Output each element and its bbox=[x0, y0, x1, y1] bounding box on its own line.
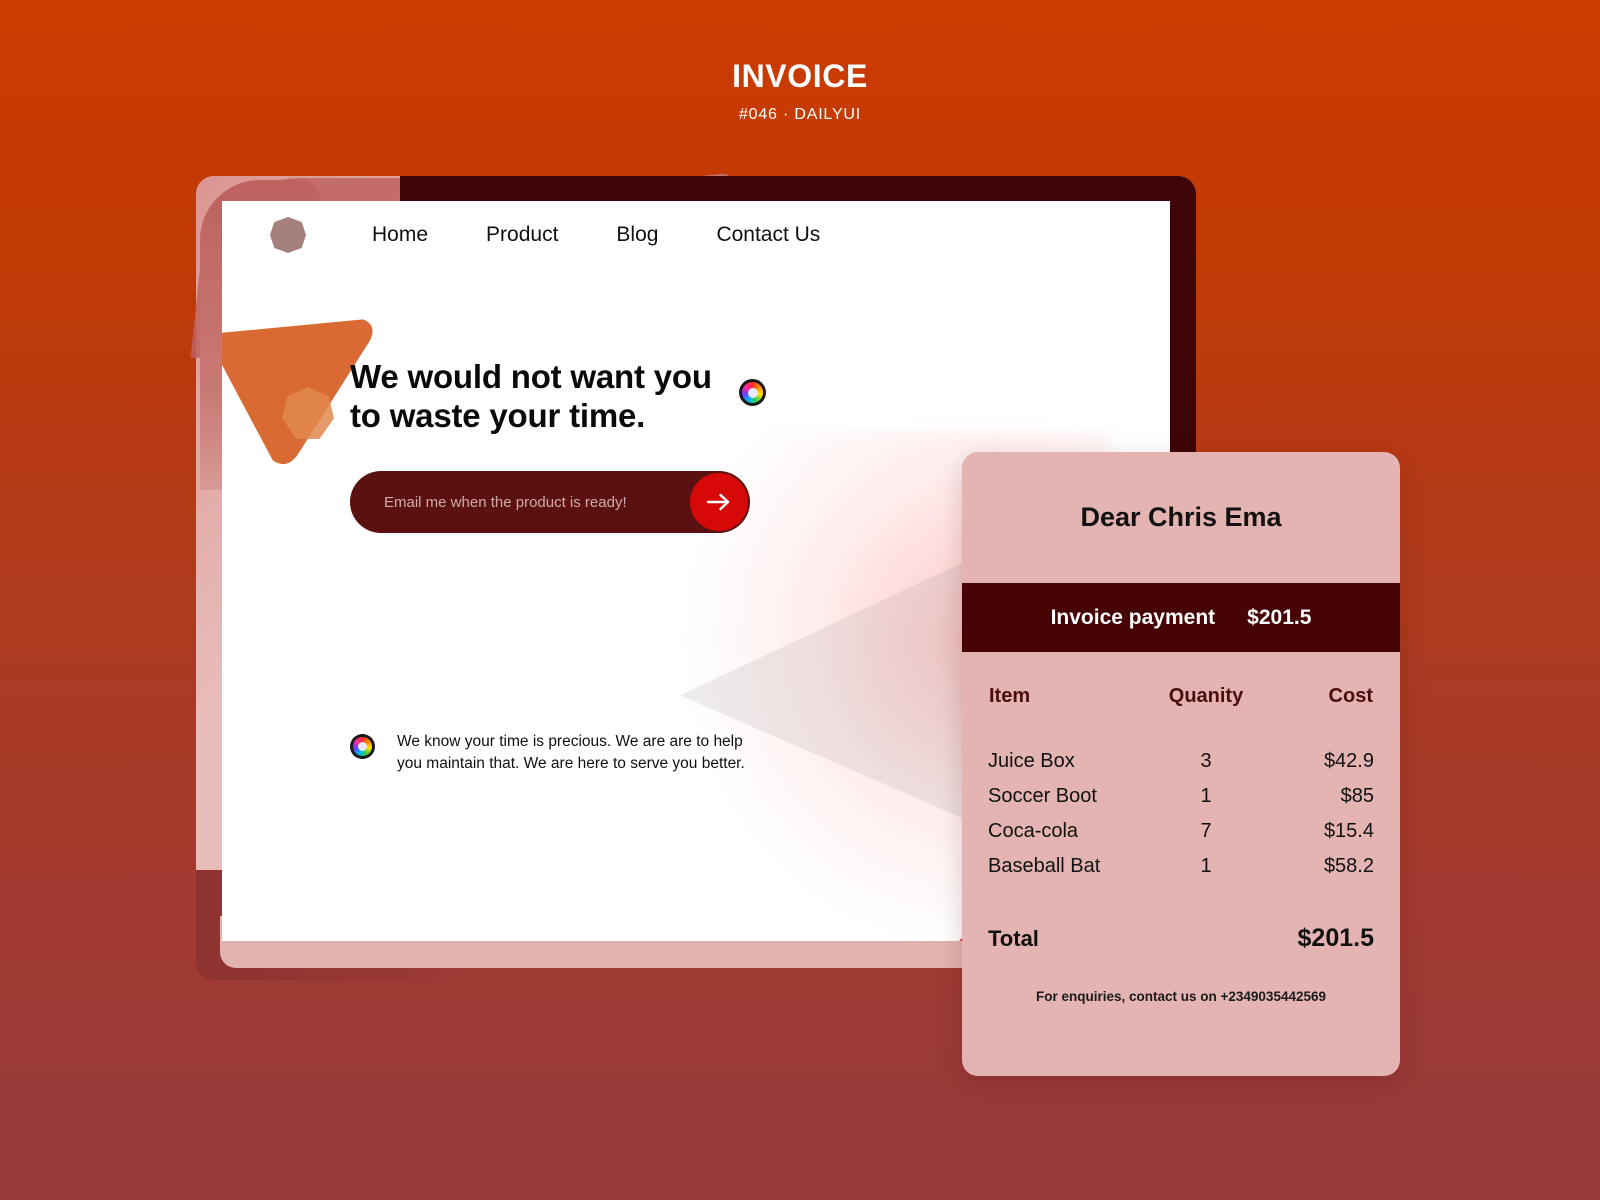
note-block: We know your time is precious. We are ar… bbox=[350, 731, 770, 775]
cell-cost: $85 bbox=[1340, 785, 1374, 807]
column-header-cost: Cost bbox=[1328, 685, 1373, 707]
navbar: Home Product Blog Contact Us bbox=[270, 217, 820, 253]
cell-quantity: 3 bbox=[1200, 750, 1212, 772]
subscribe-bar bbox=[350, 471, 750, 533]
table-row: Soccer Boot 1 $85 bbox=[988, 779, 1374, 814]
note-text: We know your time is precious. We are ar… bbox=[397, 733, 745, 772]
cell-item: Coca-cola bbox=[988, 820, 1079, 842]
hero-heading: We would not want you to waste your time… bbox=[350, 358, 910, 435]
cell-cost: $42.9 bbox=[1323, 750, 1374, 772]
invoice-card: Dear Chris Ema Invoice payment $201.5 It… bbox=[962, 452, 1400, 1076]
composition-stage: Home Product Blog Contact Us We would no… bbox=[0, 0, 1600, 1200]
table-row: Baseball Bat 1 $58.2 bbox=[988, 849, 1374, 884]
cell-quantity: 1 bbox=[1200, 855, 1212, 877]
cell-cost: $58.2 bbox=[1323, 855, 1374, 877]
rainbow-ring-inner bbox=[353, 737, 372, 756]
hero-line-2: to waste your time. bbox=[350, 396, 646, 434]
rainbow-ring-icon bbox=[350, 734, 375, 759]
cell-cost: $15.4 bbox=[1323, 820, 1374, 842]
invoice-payment-amount: $201.5 bbox=[1247, 605, 1312, 629]
nav-item-contact-us[interactable]: Contact Us bbox=[716, 223, 820, 247]
nav-item-home[interactable]: Home bbox=[372, 223, 428, 247]
table-row: Coca-cola 7 $15.4 bbox=[988, 814, 1374, 849]
rainbow-ring-icon bbox=[739, 379, 766, 406]
cell-item: Baseball Bat bbox=[988, 855, 1101, 877]
subscribe-submit-button[interactable] bbox=[690, 473, 748, 531]
column-header-item: Item bbox=[989, 685, 1031, 707]
cell-quantity: 1 bbox=[1200, 785, 1212, 807]
cell-quantity: 7 bbox=[1200, 820, 1212, 842]
email-input[interactable] bbox=[350, 492, 690, 512]
table-row: Juice Box 3 $42.9 bbox=[988, 744, 1374, 779]
cell-item: Juice Box bbox=[988, 750, 1075, 772]
invoice-total-row: Total $201.5 bbox=[962, 924, 1400, 953]
column-header-quantity: Quanity bbox=[1168, 685, 1244, 707]
rainbow-ring-inner bbox=[742, 382, 763, 403]
invoice-footer-note: For enquiries, contact us on +2349035442… bbox=[1035, 989, 1326, 1004]
octagon-logo-icon[interactable] bbox=[270, 217, 306, 253]
nav-item-product[interactable]: Product bbox=[486, 223, 558, 247]
invoice-payment-band: Invoice payment $201.5 bbox=[962, 583, 1400, 652]
table-header-row: Item Quanity Cost bbox=[988, 684, 1374, 744]
invoice-greeting: Dear Chris Ema bbox=[1080, 502, 1282, 532]
hero-line-1: We would not want you bbox=[350, 358, 712, 395]
arrow-right-icon bbox=[706, 493, 730, 511]
cell-item: Soccer Boot bbox=[988, 785, 1097, 807]
invoice-table-wrapper: Item Quanity Cost Juice Box 3 $42.9 Socc… bbox=[962, 684, 1400, 884]
invoice-payment-label: Invoice payment bbox=[1050, 605, 1216, 629]
invoice-total-label: Total bbox=[988, 926, 1039, 951]
invoice-table: Item Quanity Cost Juice Box 3 $42.9 Socc… bbox=[988, 684, 1374, 884]
invoice-total-value: $201.5 bbox=[1297, 924, 1374, 952]
nav-item-blog[interactable]: Blog bbox=[616, 223, 658, 247]
